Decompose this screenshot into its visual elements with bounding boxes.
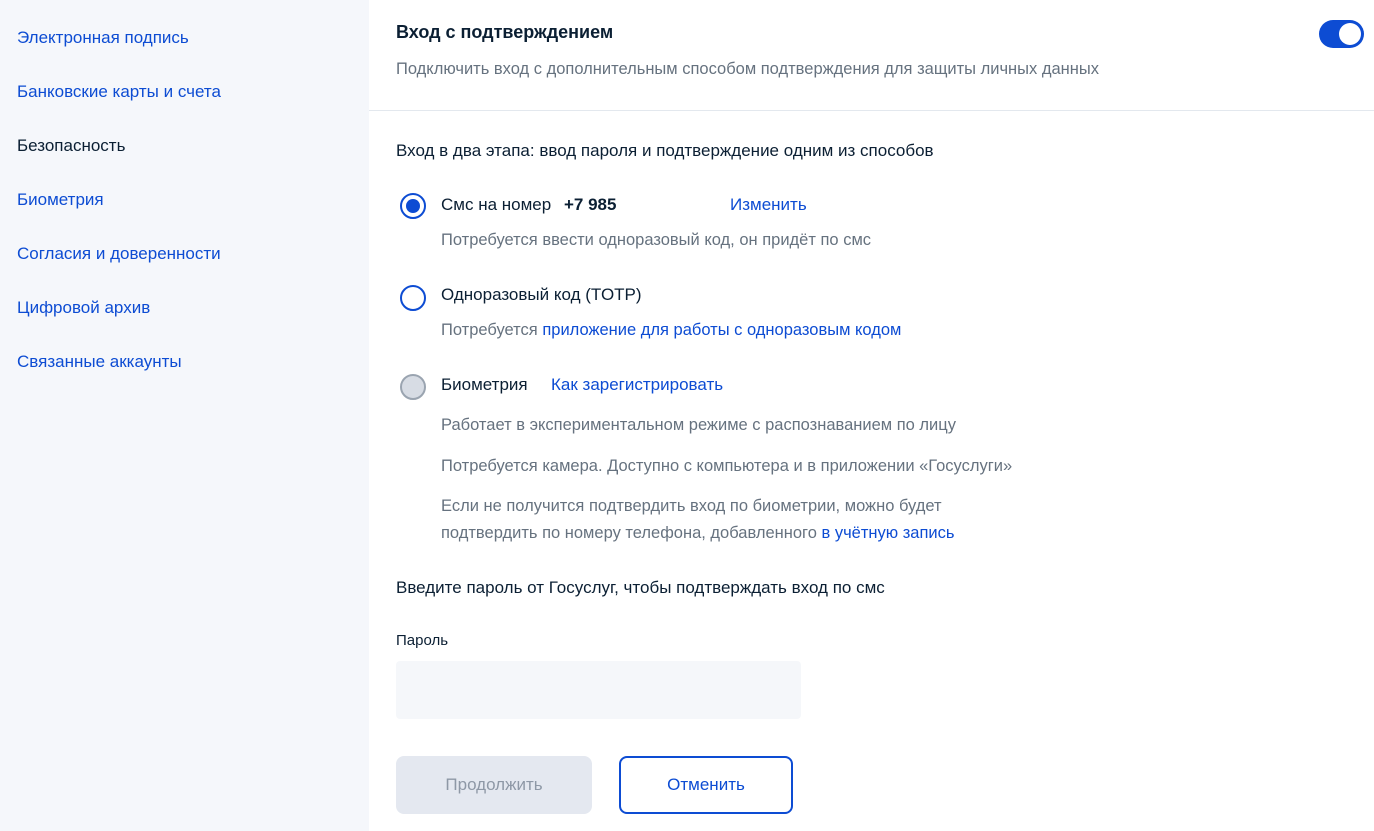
how-to-register-link[interactable]: Как зарегистрировать xyxy=(551,375,723,395)
sms-radio-icon[interactable] xyxy=(400,193,426,219)
main-panel: Вход с подтверждением Подключить вход с … xyxy=(369,0,1374,831)
totp-hint-prefix: Потребуется xyxy=(441,321,543,339)
sms-phone-number: +7 985 xyxy=(564,195,617,214)
sidebar-item-linked-accounts[interactable]: Связанные аккаунты xyxy=(17,352,182,372)
section-title: Вход с подтверждением xyxy=(396,22,614,42)
totp-option-label[interactable]: Одноразовый код (TOTP) xyxy=(441,285,642,305)
sidebar-item-bank-cards[interactable]: Банковские карты и счета xyxy=(17,82,221,102)
biometry-radio-icon[interactable] xyxy=(400,374,426,400)
biometry-hint-experimental: Работает в экспериментальном режиме с ра… xyxy=(441,416,956,434)
password-label: Пароль xyxy=(396,632,449,649)
biometry-hint-fallback-prefix: подтвердить по номеру телефона, добавлен… xyxy=(441,524,822,542)
divider xyxy=(369,110,1374,111)
cancel-button[interactable]: Отменить xyxy=(619,756,793,814)
sms-option-hint: Потребуется ввести одноразовый код, он п… xyxy=(441,231,872,249)
password-field[interactable] xyxy=(396,661,801,719)
sidebar-item-consents[interactable]: Согласия и доверенности xyxy=(17,244,221,264)
two-step-description: Вход в два этапа: ввод пароля и подтверж… xyxy=(396,141,934,160)
biometry-hint-fallback-line2: подтвердить по номеру телефона, добавлен… xyxy=(441,524,954,543)
sms-option-label[interactable]: Смс на номер xyxy=(441,195,551,215)
sidebar-item-digital-archive[interactable]: Цифровой архив xyxy=(17,298,150,318)
sidebar-item-digital-signature[interactable]: Электронная подпись xyxy=(17,28,189,48)
account-link[interactable]: в учётную запись xyxy=(821,524,954,542)
biometry-option-label[interactable]: Биометрия xyxy=(441,375,528,395)
continue-button[interactable]: Продолжить xyxy=(396,756,592,814)
totp-option-hint: Потребуется приложение для работы с одно… xyxy=(441,321,901,340)
biometry-hint-fallback-line1: Если не получится подтвердить вход по би… xyxy=(441,497,942,515)
sidebar: Электронная подпись Банковские карты и с… xyxy=(0,0,368,831)
section-subtitle: Подключить вход с дополнительным способо… xyxy=(396,60,1099,78)
change-phone-link[interactable]: Изменить xyxy=(730,195,807,215)
toggle-knob-icon xyxy=(1339,23,1361,45)
biometry-hint-camera: Потребуется камера. Доступно с компьютер… xyxy=(441,457,1013,475)
login-confirmation-toggle[interactable] xyxy=(1319,20,1364,48)
password-prompt: Введите пароль от Госуслуг, чтобы подтве… xyxy=(396,578,885,597)
sidebar-item-security[interactable]: Безопасность xyxy=(17,136,125,156)
totp-radio-icon[interactable] xyxy=(400,285,426,311)
totp-app-link[interactable]: приложение для работы с одноразовым кодо… xyxy=(542,321,901,339)
settings-page: Электронная подпись Банковские карты и с… xyxy=(0,0,1374,831)
sidebar-item-biometry[interactable]: Биометрия xyxy=(17,190,104,210)
